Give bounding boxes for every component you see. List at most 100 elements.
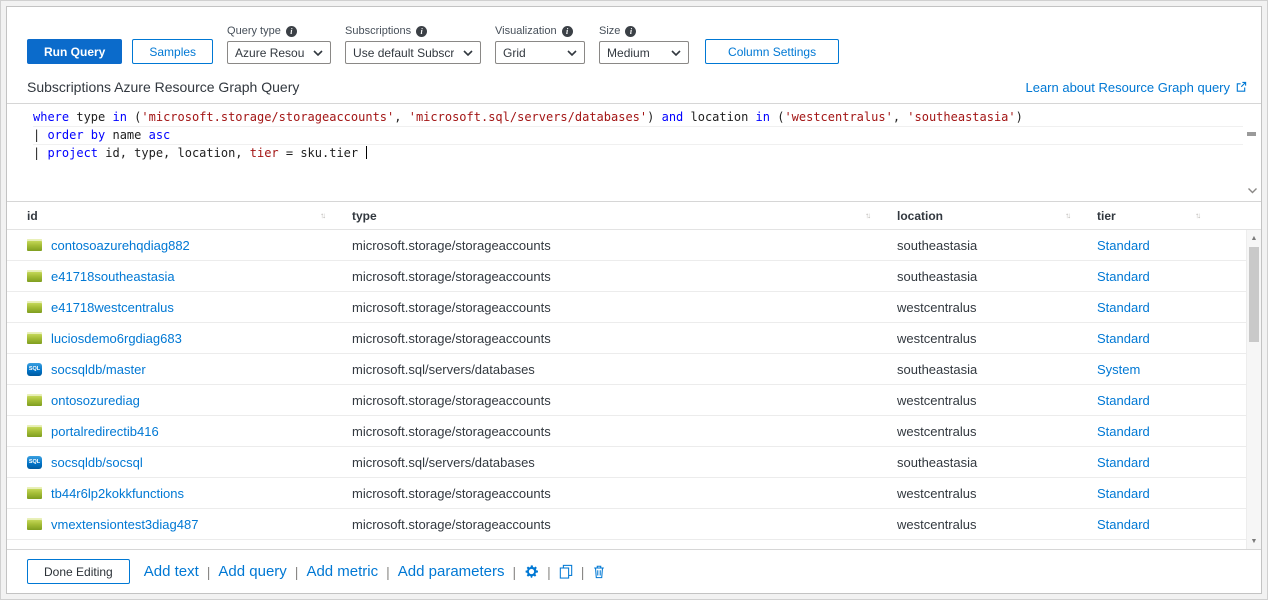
location-cell: westcentralus [897,300,1097,315]
resource-id-link[interactable]: portalredirectib416 [51,424,159,439]
visualization-group: Visualization i Grid [495,25,585,64]
editor-scroll-thumb[interactable] [1247,132,1256,136]
chevron-down-icon [567,50,577,56]
sort-icon[interactable]: ↑↓ [320,211,324,220]
tier-link[interactable]: System [1097,362,1140,377]
type-cell: microsoft.storage/storageaccounts [352,486,897,501]
type-cell: microsoft.sql/servers/databases [352,362,897,377]
sort-icon[interactable]: ↑↓ [1065,211,1069,220]
sql-database-icon: sql [27,363,42,376]
info-icon[interactable]: i [416,26,427,37]
resource-id-link[interactable]: e41718westcentralus [51,300,174,315]
tier-link[interactable]: Standard [1097,517,1150,532]
query-type-select[interactable]: Azure Resourc... [227,41,331,64]
add-parameters-link[interactable]: Add parameters [398,563,505,580]
storage-account-icon [27,301,42,313]
sort-icon[interactable]: ↑↓ [865,211,869,220]
tier-link[interactable]: Standard [1097,393,1150,408]
info-icon[interactable]: i [562,26,573,37]
table-row[interactable]: e41718southeastasia microsoft.storage/sto… [7,261,1261,292]
resource-id-link[interactable]: luciosdemo6rgdiag683 [51,331,182,346]
info-icon[interactable]: i [625,26,636,37]
footer: Done Editing Add text | Add query | Add … [7,549,1261,593]
type-cell: microsoft.storage/storageaccounts [352,517,897,532]
tier-link[interactable]: Standard [1097,331,1150,346]
samples-button[interactable]: Samples [132,39,213,64]
table-row[interactable]: tb44r6lp2kokkfunctions microsoft.storage/… [7,478,1261,509]
size-select[interactable]: Medium [599,41,689,64]
resource-id-link[interactable]: contosoazurehqdiag882 [51,238,190,253]
tier-link[interactable]: Standard [1097,269,1150,284]
table-row[interactable]: contosoazurehqdiag882microsoft.storage/s… [7,230,1261,261]
add-metric-link[interactable]: Add metric [306,563,378,580]
table-row[interactable]: vmextensiontest3diag487 microsoft.storage… [7,509,1261,540]
column-header-tier[interactable]: tier ↑↓ [1097,202,1245,229]
type-cell: microsoft.storage/storageaccounts [352,269,897,284]
editor-scrollbar[interactable] [1246,104,1258,201]
table-row[interactable]: sql socsqldb/master microsoft.sql/servers/… [7,354,1261,385]
tier-link[interactable]: Standard [1097,486,1150,501]
grid-scrollbar[interactable]: ▲ ▼ [1246,230,1261,549]
type-cell: microsoft.sql/servers/databases [352,455,897,470]
subscriptions-select[interactable]: Use default Subscrip... [345,41,481,64]
screen: Run Query Samples Query type i Azure Res… [0,0,1268,600]
column-settings-button[interactable]: Column Settings [705,39,839,64]
subheader: Subscriptions Azure Resource Graph Query… [7,71,1261,103]
learn-link-label: Learn about Resource Graph query [1025,80,1230,95]
done-editing-button[interactable]: Done Editing [27,559,130,584]
subscriptions-group: Subscriptions i Use default Subscrip... [345,25,481,64]
footer-links: Add text | Add query | Add metric | Add … [144,563,607,580]
resource-id-link[interactable]: socsqldb/master [51,362,146,377]
trash-icon[interactable] [592,564,606,579]
table-row[interactable]: luciosdemo6rgdiag683microsoft.storage/st… [7,323,1261,354]
table-row[interactable]: e41718westcentralusmicrosoft.storage/sto… [7,292,1261,323]
info-icon[interactable]: i [286,26,297,37]
location-cell: westcentralus [897,424,1097,439]
external-link-icon [1235,81,1247,93]
location-cell: westcentralus [897,486,1097,501]
resource-id-link[interactable]: tb44r6lp2kokkfunctions [51,486,184,501]
storage-account-icon [27,270,42,282]
tier-cell: System [1097,362,1245,377]
tier-link[interactable]: Standard [1097,455,1150,470]
table-row[interactable]: sqlsocsqldb/socsqlmicrosoft.sql/servers/… [7,447,1261,478]
run-query-button[interactable]: Run Query [27,39,122,64]
column-header-location[interactable]: location ↑↓ [897,202,1097,229]
resource-id-link[interactable]: e41718southeastasia [51,269,175,284]
query-type-group: Query type i Azure Resourc... [227,25,331,64]
query-type-value: Azure Resourc... [235,46,304,60]
separator: | [295,564,299,580]
add-text-link[interactable]: Add text [144,563,199,580]
visualization-select[interactable]: Grid [495,41,585,64]
learn-resource-graph-link[interactable]: Learn about Resource Graph query [1025,80,1247,95]
tier-cell: Standard [1097,486,1245,501]
query-line: | project id, type, location, tier = sku… [33,145,1243,162]
scroll-up-icon[interactable]: ▲ [1247,231,1261,245]
table-row[interactable]: portalredirectib416 microsoft.storage/sto… [7,416,1261,447]
sort-icon[interactable]: ↑↓ [1195,211,1199,220]
resource-id-link[interactable]: vmextensiontest3diag487 [51,517,198,532]
add-query-link[interactable]: Add query [218,563,286,580]
tier-link[interactable]: Standard [1097,238,1150,253]
id-cell: tb44r6lp2kokkfunctions [27,486,352,501]
tier-link[interactable]: Standard [1097,424,1150,439]
editor-scroll-down-icon[interactable] [1247,183,1258,197]
tier-link[interactable]: Standard [1097,300,1150,315]
query-editor[interactable]: where type in ('microsoft.storage/storag… [7,103,1261,201]
table-row[interactable]: ontosozurediagmicrosoft.storage/storagea… [7,385,1261,416]
copy-icon[interactable] [559,564,573,579]
separator: | [513,564,517,580]
page-title: Subscriptions Azure Resource Graph Query [27,79,299,95]
chevron-down-icon [671,50,681,56]
tier-cell: Standard [1097,455,1245,470]
type-cell: microsoft.storage/storageaccounts [352,424,897,439]
column-header-id[interactable]: id ↑↓ [27,202,352,229]
resource-id-link[interactable]: ontosozurediag [51,393,140,408]
id-cell: ontosozurediag [27,393,352,408]
resource-id-link[interactable]: socsqldb/socsql [51,455,143,470]
tier-cell: Standard [1097,300,1245,315]
scroll-down-icon[interactable]: ▼ [1247,534,1261,548]
settings-gear-icon[interactable] [524,564,539,579]
column-header-type[interactable]: type ↑↓ [352,202,897,229]
grid-scroll-thumb[interactable] [1249,247,1259,342]
